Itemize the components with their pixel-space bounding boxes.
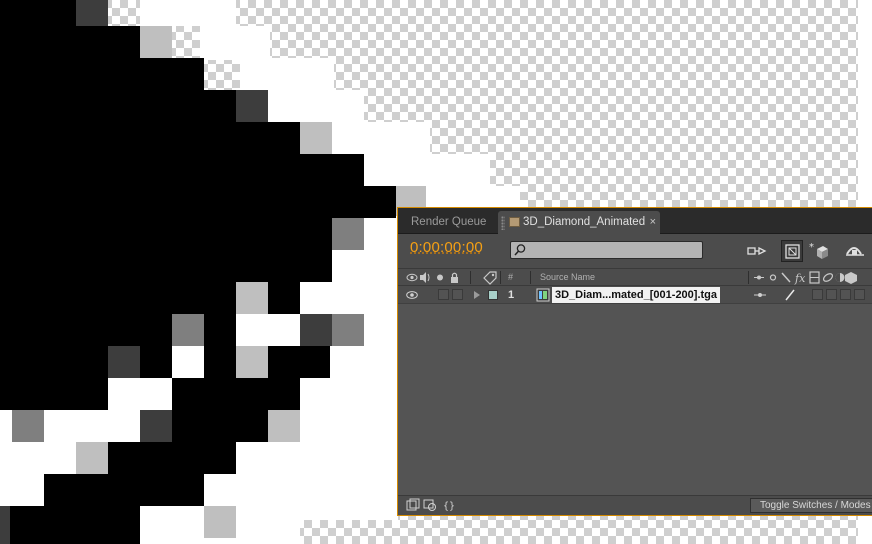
layer-list-area[interactable]: [398, 304, 872, 497]
label-color-swatch[interactable]: [488, 290, 498, 300]
timeline-bottom-bar: {} Toggle Switches / Modes: [398, 495, 872, 515]
pixel: [76, 0, 108, 26]
layer-number: 1: [508, 289, 515, 301]
pixel: [140, 26, 172, 58]
composition-icon: [509, 217, 520, 227]
shy-switch-icon[interactable]: [754, 290, 766, 300]
pixel: [108, 346, 140, 378]
timeline-toolbar: 0:00:00:00 *: [398, 234, 872, 268]
frame-blend-switch[interactable]: [826, 289, 837, 300]
comp-flowchart-button[interactable]: [781, 240, 803, 262]
source-name-header[interactable]: Source Name: [540, 270, 595, 285]
column-separator: [748, 271, 749, 284]
pixel: [236, 282, 268, 314]
timeline-panel[interactable]: Render Queue 3D_Diamond_Animated × 0:00:…: [397, 207, 872, 516]
motion-blur-switch[interactable]: [840, 289, 851, 300]
graph-editor-icon: [846, 247, 864, 256]
pixel: [300, 314, 332, 346]
draft-3d-icon: [747, 246, 767, 256]
expand-time-stretch-icon[interactable]: {}: [442, 498, 456, 512]
footage-sequence-icon: [536, 288, 550, 302]
motion-blur-button[interactable]: *: [808, 240, 830, 262]
layer-number-header: #: [508, 272, 514, 282]
svg-text:{}: {}: [443, 501, 455, 512]
tab-grip-icon[interactable]: [501, 216, 505, 230]
pixel: [332, 218, 364, 250]
expand-layer-switches-icon[interactable]: [406, 498, 420, 512]
pixel: [12, 410, 44, 442]
svg-text:*: *: [809, 242, 814, 253]
tab-render-queue-label: Render Queue: [411, 216, 487, 228]
panel-tab-bar: Render Queue 3D_Diamond_Animated ×: [398, 208, 872, 234]
pixel: [204, 506, 236, 538]
pixel: [172, 314, 204, 346]
pixel: [332, 314, 364, 346]
solo-switch[interactable]: [438, 289, 449, 300]
av-features-icons: [406, 272, 458, 283]
comp-flowchart-icon: [785, 244, 800, 259]
label-tag-icon: [483, 271, 497, 285]
svg-text:fx: fx: [794, 272, 806, 285]
close-icon[interactable]: ×: [650, 211, 656, 234]
column-separator: [530, 271, 531, 284]
search-input[interactable]: [527, 242, 701, 258]
pixel: [268, 410, 300, 442]
tab-composition-label: 3D_Diamond_Animated: [523, 216, 646, 228]
quality-switch-icon[interactable]: [784, 288, 796, 302]
column-separator: [470, 271, 471, 284]
current-time-display[interactable]: 0:00:00:00: [410, 239, 483, 256]
lock-switch[interactable]: [452, 289, 463, 300]
toggle-switches-modes-button[interactable]: Toggle Switches / Modes: [750, 498, 872, 513]
tab-composition[interactable]: 3D_Diamond_Animated ×: [498, 211, 660, 234]
graph-editor-button[interactable]: [844, 240, 866, 262]
column-separator: [500, 271, 501, 284]
draft-3d-button[interactable]: [746, 240, 768, 262]
pixel: [236, 90, 268, 122]
tab-render-queue[interactable]: Render Queue: [402, 211, 496, 234]
eye-icon[interactable]: [406, 290, 418, 300]
pixel: [140, 410, 172, 442]
motion-blur-icon: *: [809, 242, 828, 259]
effects-switch[interactable]: [812, 289, 823, 300]
layer-source-name[interactable]: 3D_Diam...mated_[001-200].tga: [552, 287, 721, 303]
switches-header-icons: fx: [754, 271, 857, 285]
layer-row[interactable]: 1 3D_Diam...mated_[001-200].tga: [398, 286, 872, 304]
adjustment-layer-switch[interactable]: [854, 289, 865, 300]
pixel: [76, 442, 108, 474]
pixel: [0, 506, 10, 544]
expand-triangle-icon[interactable]: [473, 290, 481, 300]
pixel: [236, 346, 268, 378]
search-icon: [514, 244, 526, 256]
pixel: [300, 122, 332, 154]
expand-transfer-controls-icon[interactable]: [423, 498, 437, 512]
layer-search-field[interactable]: [510, 241, 703, 259]
layer-column-headers: # Source Name fx: [398, 268, 872, 286]
